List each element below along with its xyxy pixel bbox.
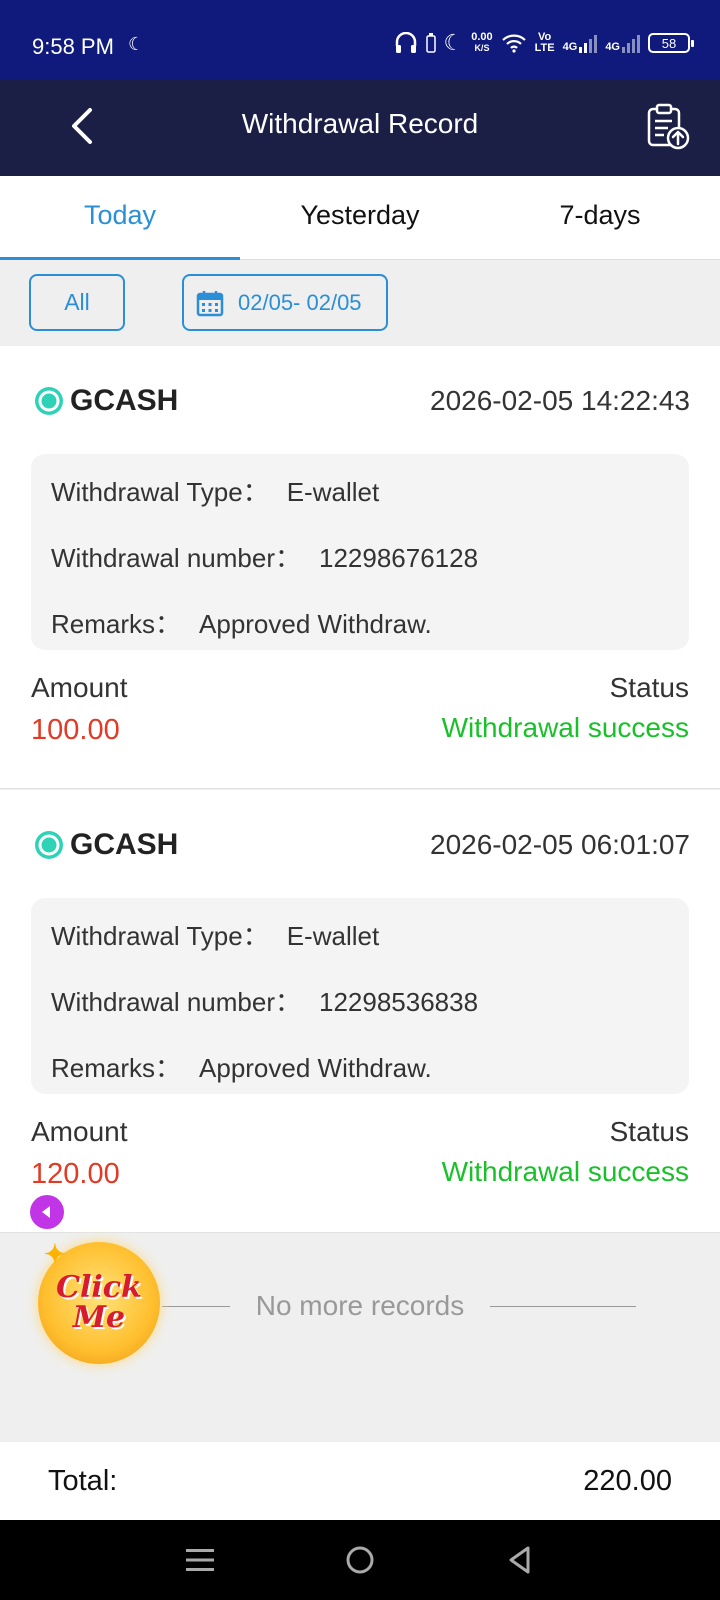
system-nav-bar (0, 1520, 720, 1600)
divider-line (490, 1306, 636, 1307)
net-speed: 0.00 K/S (471, 31, 493, 54)
number-label: Withdrawal number： (51, 543, 301, 573)
wifi-icon (501, 34, 526, 53)
total-label: Total: (48, 1464, 118, 1497)
remarks-value: Approved Withdraw. (199, 1053, 432, 1083)
status-label: Status (609, 672, 689, 703)
date-range-button[interactable]: 02/05- 02/05 (182, 274, 388, 331)
amount-value: 100.00 (31, 714, 120, 746)
gcash-logo-icon (35, 387, 63, 415)
home-circle-icon[interactable] (344, 1544, 376, 1576)
signal-icon (579, 35, 598, 53)
date-range-label: 02/05- 02/05 (238, 289, 362, 315)
clock: 9:58 PM (32, 34, 114, 59)
number-label: Withdrawal number： (51, 987, 301, 1017)
menu-icon[interactable] (184, 1546, 216, 1574)
tab-yesterday[interactable]: Yesterday (240, 176, 480, 259)
amount-label: Amount (31, 672, 128, 703)
amount-label: Amount (31, 1116, 128, 1147)
record-details: Withdrawal Type： E-wallet Withdrawal numb… (31, 898, 689, 1094)
battery-saver-icon (425, 33, 436, 53)
type-value: E-wallet (286, 921, 380, 951)
calendar-icon (196, 290, 224, 316)
remarks-label: Remarks： (51, 609, 182, 639)
play-left-icon (42, 1206, 50, 1218)
brand-name: GCASH (70, 828, 179, 861)
total-bar: Total: 220.00 (0, 1442, 720, 1520)
gcash-logo-icon (35, 831, 63, 859)
battery-icon: 58 (648, 33, 694, 53)
remarks-value: Approved Withdraw. (199, 609, 432, 639)
tab-7-days[interactable]: 7-days (480, 176, 720, 259)
record-datetime: 2026-02-05 06:01:07 (430, 829, 690, 860)
moon-icon: ☾ (128, 34, 145, 54)
amount-value: 120.00 (31, 1158, 120, 1190)
clipboard-upload-icon[interactable] (644, 102, 692, 152)
status-bar: 9:58 PM ☾ ☾ 0.00 K/S Vo LTE 4G 4G 58 (0, 0, 720, 80)
payment-brand: GCASH (34, 828, 178, 862)
moon-icon: ☾ (443, 30, 464, 55)
signal-sim2: 4G (605, 33, 640, 53)
type-value: E-wallet (286, 477, 380, 507)
status-value: Withdrawal success (441, 1156, 689, 1187)
date-tabs: Today Yesterday 7-days (0, 176, 720, 260)
headphones-icon (395, 32, 416, 53)
status-value: Withdrawal success (441, 712, 689, 743)
number-value: 12298536838 (318, 987, 479, 1017)
number-value: 12298676128 (318, 543, 479, 573)
end-of-list: No more records ✦ Click Me (0, 1236, 720, 1442)
signal-icon (622, 35, 640, 53)
signal-sim1: 4G (563, 33, 598, 53)
floating-collapse-button[interactable] (30, 1195, 64, 1229)
record-datetime: 2026-02-05 14:22:43 (430, 385, 690, 416)
withdrawal-record[interactable]: GCASH 2026-02-05 14:22:43 Withdrawal Typ… (0, 346, 720, 789)
total-value: 220.00 (583, 1464, 672, 1497)
brand-name: GCASH (70, 384, 179, 417)
tab-today[interactable]: Today (0, 176, 240, 260)
status-icons: ☾ 0.00 K/S Vo LTE 4G 4G 58 (394, 30, 694, 56)
withdrawal-record[interactable]: GCASH 2026-02-05 06:01:07 Withdrawal Typ… (0, 790, 720, 1233)
remarks-label: Remarks： (51, 1053, 182, 1083)
status-label: Status (609, 1116, 689, 1147)
record-details: Withdrawal Type： E-wallet Withdrawal numb… (31, 454, 689, 650)
sparkle-icon: ✦ (44, 1240, 66, 1270)
app-header: Withdrawal Record (0, 80, 720, 176)
click-me-promo-button[interactable]: ✦ Click Me (38, 1240, 160, 1364)
type-label: Withdrawal Type： (51, 477, 269, 507)
page-title: Withdrawal Record (241, 108, 479, 139)
back-triangle-icon[interactable] (504, 1544, 536, 1576)
filter-bar: All 02/05- 02/05 (0, 260, 720, 346)
volte-indicator: Vo LTE (534, 31, 555, 54)
type-label: Withdrawal Type： (51, 921, 269, 951)
payment-brand: GCASH (34, 384, 178, 418)
all-filter-button[interactable]: All (29, 274, 125, 331)
